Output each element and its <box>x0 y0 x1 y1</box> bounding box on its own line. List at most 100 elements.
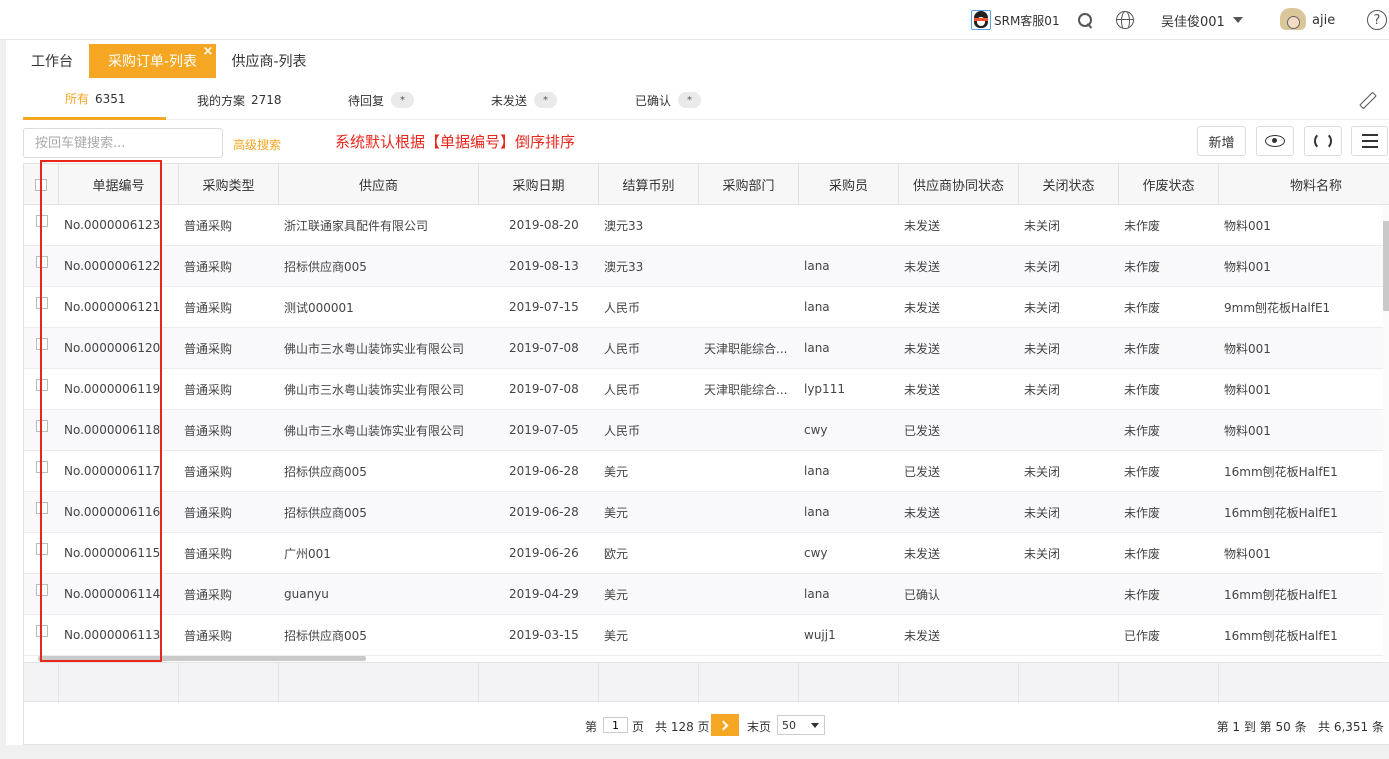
cell-close-status: 未关闭 <box>1024 341 1061 356</box>
cell-coop-status: 已发送 <box>904 464 941 479</box>
status-tab-all[interactable]: 所有 6351 <box>23 80 166 120</box>
top-bar: SRM客服01 吴佳俊001 ajie ? <box>0 0 1389 40</box>
status-tab-count: 2718 <box>251 93 282 107</box>
cell-void-status: 未作废 <box>1124 382 1161 397</box>
cell-void-status: 未作废 <box>1124 505 1161 520</box>
cell-coop-status: 未发送 <box>904 505 941 520</box>
last-page-link[interactable]: 末页 <box>747 718 771 735</box>
status-tab-pending-reply[interactable]: 待回复 * <box>348 80 415 120</box>
table-row[interactable]: No.0000006115 普通采购 广州001 2019-06-26 欧元 cwy 未发送… <box>24 533 1384 574</box>
column-header-supplier[interactable]: 供应商 <box>279 164 479 205</box>
search-button[interactable] <box>1077 0 1093 40</box>
summary-cell <box>1219 663 1383 703</box>
status-tab-confirmed[interactable]: 已确认 * <box>635 80 702 120</box>
next-page-button[interactable] <box>711 714 739 736</box>
table-row[interactable]: No.0000006122 普通采购 招标供应商005 2019-08-13 澳元33 l… <box>24 246 1384 287</box>
cell-void-status: 未作废 <box>1124 218 1161 233</box>
table-row[interactable]: No.0000006116 普通采购 招标供应商005 2019-06-28 美元 lan… <box>24 492 1384 533</box>
cell-close-status: 未关闭 <box>1024 259 1061 274</box>
cell-currency: 人民币 <box>604 300 641 315</box>
status-tab-not-sent[interactable]: 未发送 * <box>491 80 558 120</box>
user-profile[interactable]: ajie <box>1278 0 1335 40</box>
column-header-void-status[interactable]: 作废状态 <box>1119 164 1219 205</box>
refresh-button[interactable] <box>1304 126 1342 156</box>
status-tab-count: 6351 <box>95 91 126 106</box>
cell-purchase-type: 普通采购 <box>184 259 233 274</box>
advanced-search-link[interactable]: 高级搜索 <box>233 136 281 153</box>
tab-supplier-list[interactable]: 供应商-列表 <box>224 44 314 78</box>
cell-purchase-type: 普通采购 <box>184 423 233 438</box>
cell-material-name: 9mm刨花板HalfE1 <box>1224 300 1331 315</box>
view-button[interactable] <box>1256 126 1294 156</box>
scrollbar-thumb[interactable] <box>1383 221 1389 311</box>
cell-close-status: 未关闭 <box>1024 218 1061 233</box>
table-row[interactable]: No.0000006119 普通采购 佛山市三水粤山装饰实业有限公司 2019-07-… <box>24 369 1384 410</box>
cell-purchase-date: 2019-08-20 <box>509 218 579 232</box>
customer-service[interactable]: SRM客服01 <box>971 0 1060 40</box>
column-header-coop-status[interactable]: 供应商协同状态 <box>899 164 1019 205</box>
page-number-input[interactable] <box>603 717 628 733</box>
menu-button[interactable] <box>1351 126 1388 156</box>
help-icon: ? <box>1367 10 1387 30</box>
language-button[interactable] <box>1116 0 1134 40</box>
table-row[interactable]: No.0000006113 普通采购 招标供应商005 2019-03-15 美元 wuj… <box>24 615 1384 656</box>
edit-pencil-icon[interactable] <box>1359 92 1375 108</box>
cell-coop-status: 未发送 <box>904 546 941 561</box>
column-header-purchase-type[interactable]: 采购类型 <box>179 164 279 205</box>
globe-icon <box>1116 11 1134 29</box>
column-header-department[interactable]: 采购部门 <box>699 164 799 205</box>
search-input[interactable] <box>23 128 223 158</box>
table-row[interactable]: No.0000006118 普通采购 佛山市三水粤山装饰实业有限公司 2019-07-… <box>24 410 1384 451</box>
close-icon[interactable]: × <box>202 45 214 58</box>
vertical-scrollbar[interactable] <box>1383 205 1389 660</box>
summary-cell <box>699 663 799 703</box>
column-header-purchase-date[interactable]: 采购日期 <box>479 164 599 205</box>
help-button[interactable]: ? <box>1367 0 1387 40</box>
cell-void-status: 未作废 <box>1124 423 1161 438</box>
table-row[interactable]: No.0000006114 普通采购 guanyu 2019-04-29 美元 lana 已… <box>24 574 1384 615</box>
cell-buyer: wujj1 <box>804 628 836 642</box>
cell-close-status: 未关闭 <box>1024 546 1061 561</box>
table-row[interactable]: No.0000006121 普通采购 测试000001 2019-07-15 人民币 la… <box>24 287 1384 328</box>
cell-purchase-date: 2019-07-08 <box>509 341 579 355</box>
cell-void-status: 未作废 <box>1124 300 1161 315</box>
table-row[interactable]: No.0000006120 普通采购 佛山市三水粤山装饰实业有限公司 2019-07-… <box>24 328 1384 369</box>
cell-coop-status: 未发送 <box>904 218 941 233</box>
new-button[interactable]: 新增 <box>1197 126 1246 156</box>
cell-department <box>704 205 792 245</box>
cell-purchase-date: 2019-07-05 <box>509 423 579 437</box>
tab-label: 供应商-列表 <box>231 54 307 70</box>
chevron-right-icon <box>718 720 729 730</box>
status-tabs: 所有 6351 我的方案 2718 待回复 * 未发送 * 已确认 * <box>23 80 1389 120</box>
status-tab-label: 已确认 <box>635 93 672 108</box>
customer-service-label: SRM客服01 <box>994 13 1060 28</box>
cell-department <box>704 615 792 655</box>
cell-material-name: 物料001 <box>1224 423 1271 438</box>
tab-workbench[interactable]: 工作台 <box>23 44 81 78</box>
table-row[interactable]: No.0000006123 普通采购 浙江联通家具配件有限公司 2019-08-20 澳… <box>24 205 1384 246</box>
cell-void-status: 未作废 <box>1124 259 1161 274</box>
user-dropdown[interactable]: 吴佳俊001 <box>1161 0 1243 40</box>
cell-close-status <box>1024 410 1117 450</box>
summary-cell <box>479 663 599 703</box>
cell-coop-status: 已发送 <box>904 423 941 438</box>
cell-department <box>704 246 792 286</box>
cell-supplier: 浙江联通家具配件有限公司 <box>284 218 429 233</box>
user-cn-name: 吴佳俊001 <box>1161 14 1225 30</box>
column-header-currency[interactable]: 结算币别 <box>599 164 699 205</box>
avatar <box>1278 8 1308 32</box>
page-size-select[interactable]: 50 <box>777 715 825 735</box>
cell-buyer: cwy <box>804 546 828 560</box>
cell-buyer: lyp111 <box>804 382 845 396</box>
cell-coop-status: 未发送 <box>904 300 941 315</box>
table-row[interactable]: No.0000006117 普通采购 招标供应商005 2019-06-28 美元 lan… <box>24 451 1384 492</box>
status-tab-my-plans[interactable]: 我的方案 2718 <box>197 80 282 120</box>
purchase-order-grid: 单据编号 采购类型 供应商 采购日期 结算币别 采购部门 采购员 供应商协同状态 关闭状态 作废状… <box>23 163 1389 745</box>
record-summary: 第 1 到 第 50 条 共 6,351 条 <box>1216 720 1384 734</box>
cell-buyer: cwy <box>804 423 828 437</box>
column-header-close-status[interactable]: 关闭状态 <box>1019 164 1119 205</box>
tab-purchase-order-list[interactable]: 采购订单-列表 × <box>89 44 216 78</box>
page-prefix: 第 <box>585 720 598 734</box>
column-header-buyer[interactable]: 采购员 <box>799 164 899 205</box>
column-header-material-name[interactable]: 物料名称 <box>1219 164 1389 205</box>
